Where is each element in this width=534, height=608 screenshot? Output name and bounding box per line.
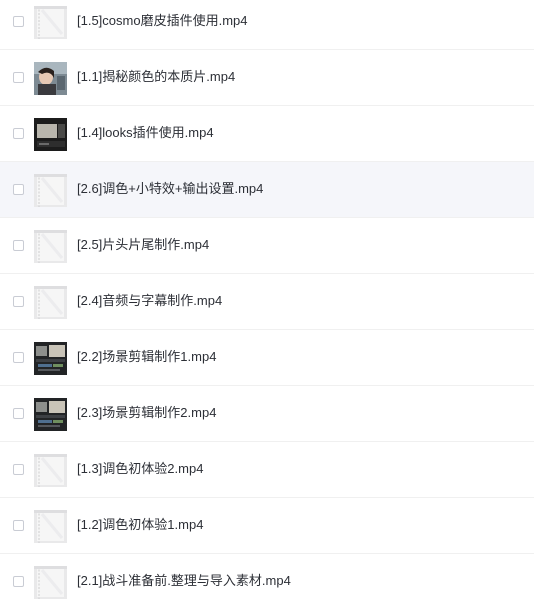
file-name[interactable]: [2.5]片头片尾制作.mp4 [77, 237, 209, 253]
video-thumbnail-icon [34, 230, 67, 263]
file-list: [1.5]cosmo磨皮插件使用.mp4 [1.1]揭秘颜色的本质片.mp4 [1.… [0, 0, 534, 608]
file-checkbox[interactable] [13, 464, 24, 475]
file-row[interactable]: [2.3]场景剪辑制作2.mp4 [0, 386, 534, 442]
file-checkbox[interactable] [13, 16, 24, 27]
file-row[interactable]: [1.3]调色初体验2.mp4 [0, 442, 534, 498]
video-thumbnail-icon [34, 454, 67, 487]
file-checkbox[interactable] [13, 240, 24, 251]
file-row[interactable]: [2.4]音频与字幕制作.mp4 [0, 274, 534, 330]
video-thumbnail-icon [34, 342, 67, 375]
video-thumbnail-icon [34, 566, 67, 599]
video-thumbnail-icon [34, 62, 67, 95]
file-name[interactable]: [1.1]揭秘颜色的本质片.mp4 [77, 69, 235, 85]
video-thumbnail-icon [34, 174, 67, 207]
file-checkbox[interactable] [13, 296, 24, 307]
file-row[interactable]: [2.2]场景剪辑制作1.mp4 [0, 330, 534, 386]
file-checkbox[interactable] [13, 576, 24, 587]
file-row[interactable]: [1.1]揭秘颜色的本质片.mp4 [0, 50, 534, 106]
file-row[interactable]: [2.6]调色+小特效+输出设置.mp4 [0, 162, 534, 218]
file-row[interactable]: [1.4]looks插件使用.mp4 [0, 106, 534, 162]
video-thumbnail-icon [34, 510, 67, 543]
video-thumbnail-icon [34, 286, 67, 319]
file-row[interactable]: [1.5]cosmo磨皮插件使用.mp4 [0, 0, 534, 50]
file-row[interactable]: [2.5]片头片尾制作.mp4 [0, 218, 534, 274]
video-thumbnail-icon [34, 6, 67, 39]
file-name[interactable]: [1.4]looks插件使用.mp4 [77, 125, 214, 141]
file-name[interactable]: [2.6]调色+小特效+输出设置.mp4 [77, 181, 263, 197]
file-checkbox[interactable] [13, 352, 24, 363]
video-thumbnail-icon [34, 118, 67, 151]
file-checkbox[interactable] [13, 184, 24, 195]
file-name[interactable]: [1.5]cosmo磨皮插件使用.mp4 [77, 13, 248, 29]
file-checkbox[interactable] [13, 408, 24, 419]
video-thumbnail-icon [34, 398, 67, 431]
file-checkbox[interactable] [13, 72, 24, 83]
file-name[interactable]: [2.4]音频与字幕制作.mp4 [77, 293, 222, 309]
file-name[interactable]: [2.1]战斗准备前.整理与导入素材.mp4 [77, 573, 291, 589]
file-name[interactable]: [1.2]调色初体验1.mp4 [77, 517, 203, 533]
file-name[interactable]: [2.2]场景剪辑制作1.mp4 [77, 349, 216, 365]
file-name[interactable]: [1.3]调色初体验2.mp4 [77, 461, 203, 477]
file-row[interactable]: [2.1]战斗准备前.整理与导入素材.mp4 [0, 554, 534, 608]
file-row[interactable]: [1.2]调色初体验1.mp4 [0, 498, 534, 554]
file-checkbox[interactable] [13, 128, 24, 139]
file-checkbox[interactable] [13, 520, 24, 531]
file-name[interactable]: [2.3]场景剪辑制作2.mp4 [77, 405, 216, 421]
